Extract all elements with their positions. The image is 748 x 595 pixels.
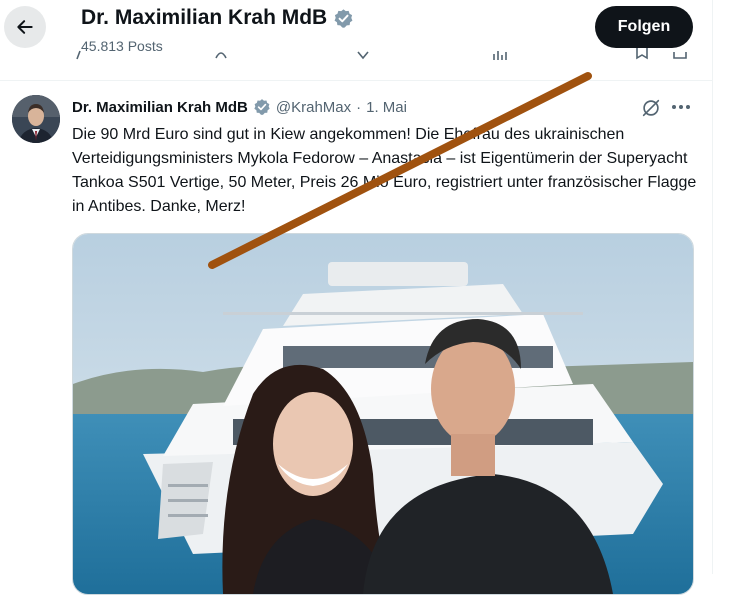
tweet-date[interactable]: 1. Mai: [366, 99, 407, 116]
tweet-image[interactable]: [72, 233, 694, 595]
separator: ·: [356, 98, 362, 116]
column-divider: [712, 0, 713, 574]
header-title-row: Dr. Maximilian Krah MdB: [81, 3, 354, 33]
follow-button[interactable]: Folgen: [595, 6, 693, 48]
back-button[interactable]: [4, 6, 46, 48]
verified-badge-icon: [334, 8, 353, 28]
author-handle[interactable]: @KrahMax: [276, 99, 351, 116]
author-name[interactable]: Dr. Maximilian Krah MdB: [72, 99, 248, 116]
avatar[interactable]: [12, 95, 60, 143]
back-arrow-icon: [17, 20, 33, 34]
tweet-text: Die 90 Mrd Euro sind gut in Kiew angekom…: [72, 126, 697, 215]
grok-icon[interactable]: [640, 97, 662, 124]
page-title: Dr. Maximilian Krah MdB: [81, 6, 328, 29]
more-icon[interactable]: [670, 97, 692, 117]
profile-header: Dr. Maximilian Krah MdB 45.813 Posts Fol…: [0, 0, 712, 81]
posts-count: 45.813 Posts: [81, 38, 163, 54]
tweet[interactable]: Dr. Maximilian Krah MdB @KrahMax · 1. Ma…: [0, 81, 712, 595]
tweet-header: Dr. Maximilian Krah MdB @KrahMax · 1. Ma…: [72, 97, 407, 117]
verified-badge-icon: [254, 99, 270, 115]
scrolled-action-bar: [72, 48, 692, 64]
